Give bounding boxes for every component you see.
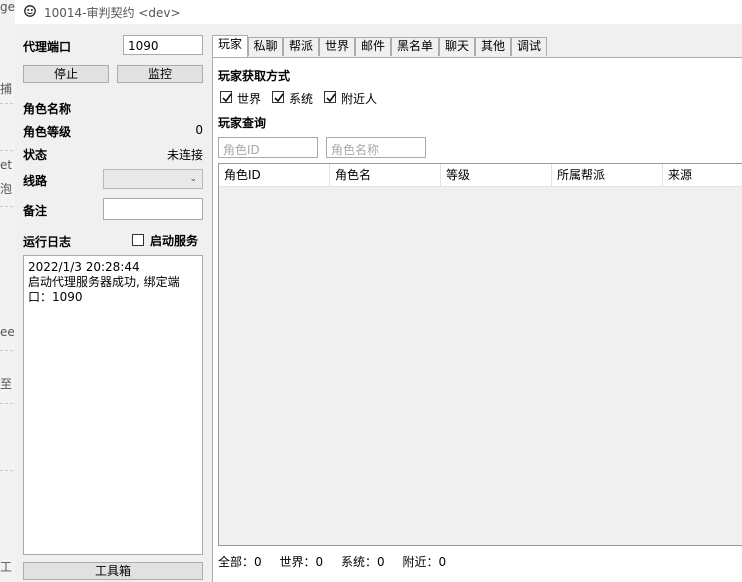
tab-blacklist[interactable]: 黑名单 (391, 37, 439, 56)
source-system-checkbox[interactable] (272, 91, 284, 103)
column-header-guild[interactable]: 所属帮派 (552, 164, 663, 186)
start-service-checkbox[interactable] (132, 234, 144, 246)
log-line: 启动代理服务器成功, 绑定端口：1090 (28, 275, 180, 304)
tab-other[interactable]: 其他 (475, 37, 511, 56)
status-nearby-label: 附近： (402, 555, 439, 569)
background-text-fragment: ge (0, 0, 15, 14)
check-icon (326, 93, 336, 103)
source-system-label[interactable]: 系统 (289, 90, 313, 107)
route-select[interactable]: ⌄ (103, 169, 203, 189)
background-text-fragment: 工 (0, 560, 13, 574)
table-header: 角色ID 角色名 等级 所属帮派 来源 (219, 164, 742, 187)
stop-button[interactable]: 停止 (23, 65, 109, 83)
role-id-search-input[interactable]: 角色ID (218, 137, 318, 158)
note-input[interactable] (103, 198, 203, 220)
status-all-value: 0 (254, 555, 262, 569)
role-name-label: 角色名称 (23, 102, 72, 116)
background-text-fragment: 捕 (0, 82, 13, 96)
column-header-role-id[interactable]: 角色ID (219, 164, 330, 186)
check-icon (274, 93, 284, 103)
column-header-role-name[interactable]: 角色名 (330, 164, 441, 186)
app-icon (24, 5, 36, 17)
status-label: 状态 (23, 148, 48, 162)
tab-mail[interactable]: 邮件 (355, 37, 391, 56)
source-world-checkbox[interactable] (220, 91, 232, 103)
background-divider (0, 470, 13, 471)
background-text-fragment: 泡 (0, 182, 13, 196)
role-level-value: 0 (195, 123, 203, 137)
tab-chat[interactable]: 聊天 (439, 37, 475, 56)
monitor-button[interactable]: 监控 (117, 65, 203, 83)
status-nearby-value: 0 (438, 555, 447, 569)
role-level-label: 角色等级 (23, 125, 72, 139)
tab-players[interactable]: 玩家 (212, 35, 248, 57)
background-divider (0, 403, 13, 404)
background-divider (0, 103, 13, 104)
tab-world[interactable]: 世界 (319, 37, 355, 56)
status-world-value: 0 (315, 555, 324, 569)
route-label: 线路 (23, 174, 48, 188)
title-bar[interactable]: 10014-审判契约 <dev> (15, 0, 742, 24)
status-bar: 全部：0 世界：0 系统：0 附近：0 (218, 553, 446, 570)
status-all-label: 全部： (218, 555, 255, 569)
start-service-label[interactable]: 启动服务 (150, 232, 198, 249)
connection-status-value: 未连接 (166, 148, 203, 162)
background-text-fragment: et (0, 158, 13, 172)
column-header-level[interactable]: 等级 (441, 164, 552, 186)
status-system-value: 0 (376, 555, 385, 569)
status-world-label: 世界： (279, 555, 316, 569)
tab-guild[interactable]: 帮派 (283, 37, 319, 56)
window-title: 10014-审判契约 <dev> (44, 6, 181, 20)
role-name-search-input[interactable]: 角色名称 (326, 137, 426, 158)
source-nearby-checkbox[interactable] (324, 91, 336, 103)
background-divider (0, 150, 13, 151)
source-nearby-label[interactable]: 附近人 (341, 90, 377, 107)
run-log-textbox[interactable]: 2022/1/3 20:28:44 启动代理服务器成功, 绑定端口：1090 (23, 255, 203, 555)
background-text-fragment: ee (0, 325, 15, 339)
column-header-source[interactable]: 来源 (663, 164, 742, 186)
background-text-fragment: 至 (0, 377, 13, 391)
app-window: 10014-审判契约 <dev> 代理端口 1090 停止 监控 角色名称 角色… (15, 0, 742, 582)
chevron-down-icon: ⌄ (189, 174, 197, 184)
tab-private-chat[interactable]: 私聊 (248, 37, 283, 56)
background-divider (0, 206, 13, 207)
log-line: 2022/1/3 20:28:44 (28, 260, 140, 274)
background-divider (0, 350, 13, 351)
source-heading: 玩家获取方式 (218, 69, 291, 83)
proxy-port-input[interactable]: 1090 (123, 35, 203, 55)
player-table[interactable]: 角色ID 角色名 等级 所属帮派 来源 (218, 163, 742, 546)
toolbox-button[interactable]: 工具箱 (23, 562, 203, 580)
source-world-label[interactable]: 世界 (237, 90, 261, 107)
run-log-label: 运行日志 (23, 235, 72, 249)
note-label: 备注 (23, 204, 48, 218)
query-heading: 玩家查询 (218, 116, 267, 130)
check-icon (222, 93, 232, 103)
proxy-port-label: 代理端口 (23, 40, 72, 54)
status-system-label: 系统： (340, 555, 377, 569)
tab-debug[interactable]: 调试 (511, 37, 547, 56)
